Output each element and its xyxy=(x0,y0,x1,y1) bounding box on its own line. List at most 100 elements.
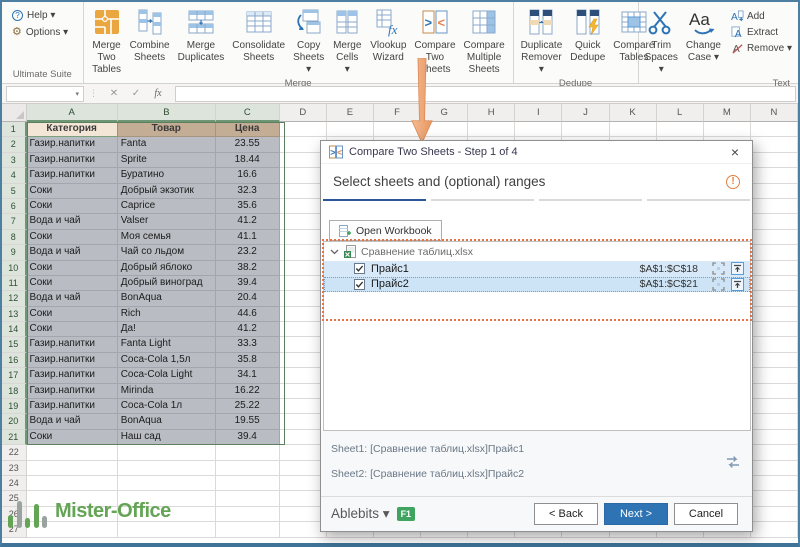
row-header-7[interactable]: 7 xyxy=(2,214,27,229)
cell-N7[interactable] xyxy=(751,214,798,229)
cell-C21[interactable]: 39.4 xyxy=(216,430,280,445)
row-header-8[interactable]: 8 xyxy=(2,230,27,245)
workbook-row[interactable]: Сравнение таблиц.xlsx xyxy=(324,242,750,261)
col-header-K[interactable]: K xyxy=(610,104,657,122)
col-header-N[interactable]: N xyxy=(751,104,798,122)
cell-N22[interactable] xyxy=(751,445,798,460)
cell-A27[interactable] xyxy=(27,522,118,537)
cell-C19[interactable]: 25.22 xyxy=(216,399,280,414)
ribbon-item-help[interactable]: ?Help ▾ xyxy=(12,10,55,21)
cell-B14[interactable]: Да! xyxy=(118,322,216,337)
cell-N26[interactable] xyxy=(751,507,798,522)
row-header-21[interactable]: 21 xyxy=(2,430,27,445)
cell-A20[interactable]: Вода и чай xyxy=(27,414,118,429)
cell-C1[interactable]: Цена xyxy=(216,122,280,137)
cell-C17[interactable]: 34.1 xyxy=(216,368,280,383)
collapse-dialog-icon[interactable] xyxy=(731,262,744,275)
cell-C14[interactable]: 41.2 xyxy=(216,322,280,337)
col-header-L[interactable]: L xyxy=(657,104,704,122)
cell-N19[interactable] xyxy=(751,399,798,414)
cell-B7[interactable]: Valser xyxy=(118,214,216,229)
cell-B15[interactable]: Fanta Light xyxy=(118,337,216,352)
row-header-16[interactable]: 16 xyxy=(2,353,27,368)
cell-C10[interactable]: 38.2 xyxy=(216,261,280,276)
back-button[interactable]: < Back xyxy=(534,503,598,525)
col-header-G[interactable]: G xyxy=(421,104,468,122)
cell-C26[interactable] xyxy=(216,507,280,522)
cell-N6[interactable] xyxy=(751,199,798,214)
cell-C2[interactable]: 23.55 xyxy=(216,137,280,152)
row-header-26[interactable]: 26 xyxy=(2,507,27,522)
cell-J1[interactable] xyxy=(562,122,609,137)
select-all-corner[interactable] xyxy=(2,104,27,122)
cell-N5[interactable] xyxy=(751,184,798,199)
cell-A9[interactable]: Вода и чай xyxy=(27,245,118,260)
cell-A5[interactable]: Соки xyxy=(27,184,118,199)
cell-A8[interactable]: Соки xyxy=(27,230,118,245)
row-header-20[interactable]: 20 xyxy=(2,414,27,429)
col-header-M[interactable]: M xyxy=(704,104,751,122)
cell-N27[interactable] xyxy=(751,522,798,537)
row-header-4[interactable]: 4 xyxy=(2,168,27,183)
ribbon-button-change-case[interactable]: AaChangeCase ▾ xyxy=(682,4,725,76)
ribbon-button-compare-two-sheets[interactable]: ><CompareTwo Sheets xyxy=(410,4,459,76)
row-header-25[interactable]: 25 xyxy=(2,491,27,506)
cell-A26[interactable] xyxy=(27,507,118,522)
ribbon-button-quick-dedupe[interactable]: QuickDedupe xyxy=(566,4,609,64)
cell-B6[interactable]: Caprice xyxy=(118,199,216,214)
row-header-12[interactable]: 12 xyxy=(2,291,27,306)
cell-A14[interactable]: Соки xyxy=(27,322,118,337)
col-header-I[interactable]: I xyxy=(515,104,562,122)
ribbon-button-duplicate-remover[interactable]: DuplicateRemover ▾ xyxy=(517,4,567,76)
cell-C22[interactable] xyxy=(216,445,280,460)
cell-A25[interactable] xyxy=(27,491,118,506)
cell-H1[interactable] xyxy=(468,122,515,137)
ribbon-button-merge-two-tables[interactable]: MergeTwo Tables xyxy=(88,4,126,76)
ribbon-button-trim-spaces[interactable]: TrimSpaces ▾ xyxy=(641,4,682,76)
ribbon-button-copy-sheets[interactable]: CopySheets ▾ xyxy=(289,4,328,76)
sheet-checkbox[interactable] xyxy=(354,279,365,290)
ribbon-button-combine-sheets[interactable]: CombineSheets xyxy=(126,4,174,64)
name-box-dropdown-icon[interactable]: ▾ xyxy=(71,90,83,98)
name-box[interactable]: ▾ xyxy=(6,86,84,102)
cell-B22[interactable] xyxy=(118,445,216,460)
cell-A13[interactable]: Соки xyxy=(27,307,118,322)
col-header-C[interactable]: C xyxy=(216,104,280,122)
cell-N23[interactable] xyxy=(751,461,798,476)
cell-B18[interactable]: Mirinda xyxy=(118,384,216,399)
cell-C6[interactable]: 35.6 xyxy=(216,199,280,214)
cell-C7[interactable]: 41.2 xyxy=(216,214,280,229)
cell-A17[interactable]: Газир.напитки xyxy=(27,368,118,383)
cell-F1[interactable] xyxy=(374,122,421,137)
cell-A7[interactable]: Вода и чай xyxy=(27,214,118,229)
cell-N20[interactable] xyxy=(751,414,798,429)
cell-C25[interactable] xyxy=(216,491,280,506)
cell-K1[interactable] xyxy=(610,122,657,137)
cell-B12[interactable]: BonAqua xyxy=(118,291,216,306)
col-header-J[interactable]: J xyxy=(562,104,609,122)
cell-N2[interactable] xyxy=(751,137,798,152)
row-header-15[interactable]: 15 xyxy=(2,337,27,352)
row-header-19[interactable]: 19 xyxy=(2,399,27,414)
f1-help-badge[interactable]: F1 xyxy=(397,507,416,521)
cell-B21[interactable]: Наш сад xyxy=(118,430,216,445)
next-button[interactable]: Next > xyxy=(604,503,668,525)
col-header-A[interactable]: A xyxy=(27,104,118,122)
ribbon-item-options[interactable]: ⚙Options ▾ xyxy=(12,27,68,38)
row-header-9[interactable]: 9 xyxy=(2,245,27,260)
warning-icon[interactable]: ! xyxy=(726,175,740,189)
dialog-title-bar[interactable]: >< Compare Two Sheets - Step 1 of 4 × xyxy=(321,141,752,164)
cell-B1[interactable]: Товар xyxy=(118,122,216,137)
ribbon-button-compare-multiple-sheets[interactable]: CompareMultiple Sheets xyxy=(460,4,509,76)
row-header-6[interactable]: 6 xyxy=(2,199,27,214)
row-header-2[interactable]: 2 xyxy=(2,137,27,152)
cell-A19[interactable]: Газир.напитки xyxy=(27,399,118,414)
cell-A21[interactable]: Соки xyxy=(27,430,118,445)
col-header-B[interactable]: B xyxy=(118,104,216,122)
cell-C5[interactable]: 32.3 xyxy=(216,184,280,199)
cell-N21[interactable] xyxy=(751,430,798,445)
select-range-icon[interactable] xyxy=(712,278,725,291)
cell-C20[interactable]: 19.55 xyxy=(216,414,280,429)
cell-B10[interactable]: Добрый яблоко xyxy=(118,261,216,276)
swap-sheets-icon[interactable] xyxy=(724,453,742,471)
